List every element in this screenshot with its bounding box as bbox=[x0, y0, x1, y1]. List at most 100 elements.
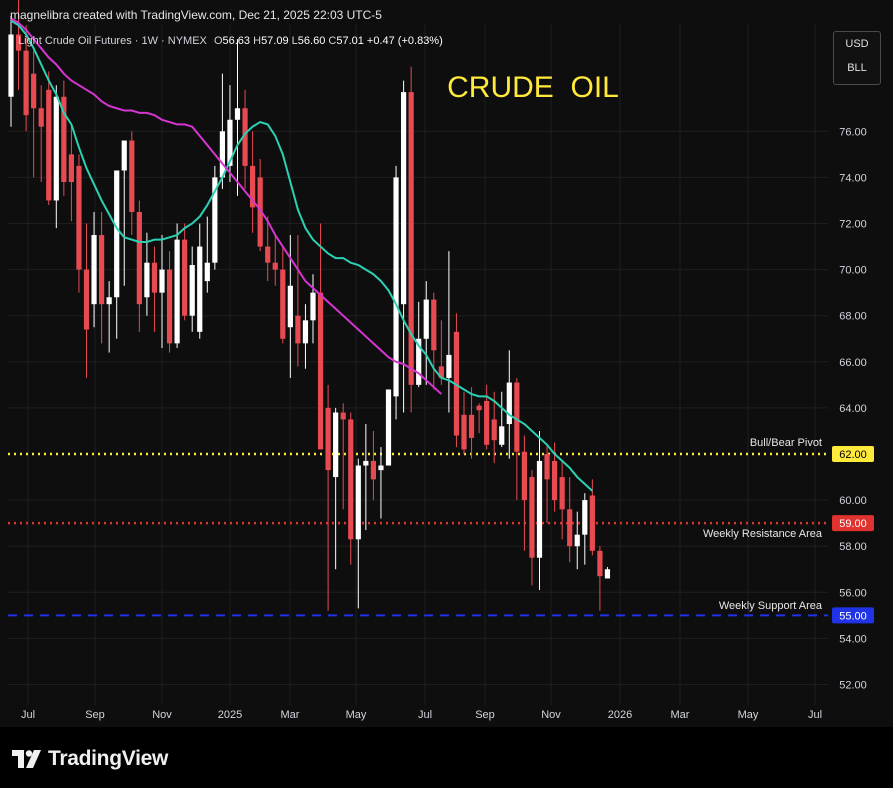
candle-body bbox=[159, 269, 165, 293]
candle-body bbox=[76, 165, 82, 270]
y-tick-label: 54.00 bbox=[839, 633, 867, 645]
level-name: Weekly Resistance Area bbox=[703, 528, 823, 540]
y-tick-label: 74.00 bbox=[839, 172, 867, 184]
candle-body bbox=[302, 320, 309, 344]
candle-body bbox=[91, 235, 97, 305]
candle-body bbox=[491, 419, 497, 441]
candle-body bbox=[136, 211, 142, 305]
candle-body bbox=[589, 495, 595, 551]
x-tick-label: Jul bbox=[418, 709, 432, 721]
legend-symbol: Light Crude Oil Futures · 1W · NYMEX bbox=[18, 35, 207, 47]
chart-svg[interactable]: Bull/Bear Pivot 62.00 Weekly Resistance Ar… bbox=[0, 0, 893, 788]
candle-body bbox=[423, 299, 429, 339]
candle-body bbox=[68, 154, 74, 183]
tradingview-brand: TradingView bbox=[48, 747, 169, 770]
candle-body bbox=[31, 73, 37, 109]
candle-body bbox=[23, 50, 29, 116]
x-tick-label: Nov bbox=[152, 709, 172, 721]
candle-body bbox=[348, 419, 354, 540]
candle-body bbox=[476, 405, 482, 411]
candle-body bbox=[219, 131, 225, 178]
legend-change: +0.47 (+0.83%) bbox=[366, 35, 443, 47]
candle-body bbox=[310, 292, 316, 321]
candle-body bbox=[461, 414, 467, 450]
candle-body bbox=[114, 170, 120, 298]
candle-body bbox=[197, 246, 203, 332]
level-price-label: 62.00 bbox=[839, 449, 867, 461]
legend-l-value: 56.60 bbox=[297, 35, 326, 47]
level-price-label: 59.00 bbox=[839, 518, 867, 530]
y-tick-label: 68.00 bbox=[839, 311, 867, 323]
candle-body bbox=[401, 92, 407, 305]
level-price-label: 55.00 bbox=[839, 610, 867, 622]
candle-body bbox=[370, 460, 376, 480]
y-tick-label: 52.00 bbox=[839, 680, 867, 692]
currency-label: USD bbox=[845, 38, 869, 50]
y-tick-label: 72.00 bbox=[839, 219, 867, 231]
candle-body bbox=[567, 509, 573, 547]
candle-body bbox=[8, 34, 14, 97]
candle-body bbox=[446, 354, 452, 378]
candle-body bbox=[582, 500, 588, 535]
candle-body bbox=[355, 465, 361, 540]
candle-body bbox=[514, 382, 520, 452]
x-tick-label: Sep bbox=[475, 709, 495, 721]
x-tick-label: Nov bbox=[541, 709, 561, 721]
candle-body bbox=[536, 460, 543, 558]
candle-body bbox=[151, 262, 158, 293]
level-name: Weekly Support Area bbox=[719, 600, 823, 612]
candle-body bbox=[544, 454, 550, 480]
candle-body bbox=[529, 477, 535, 558]
y-tick-label: 76.00 bbox=[839, 126, 867, 138]
y-tick-label: 58.00 bbox=[839, 541, 867, 553]
candle-body bbox=[234, 108, 241, 120]
candle-body bbox=[182, 239, 188, 316]
x-tick-label: Jul bbox=[808, 709, 822, 721]
x-tick-label: Sep bbox=[85, 709, 105, 721]
candle-body bbox=[597, 550, 603, 577]
x-tick-label: May bbox=[346, 709, 367, 721]
candle-body bbox=[408, 92, 414, 385]
candle-body bbox=[189, 264, 195, 316]
tradingview-logo[interactable]: TradingView bbox=[12, 746, 168, 772]
header-credit: magnelibra created with TradingView.com,… bbox=[10, 8, 382, 22]
candle-body bbox=[393, 177, 399, 397]
y-tick-label: 60.00 bbox=[839, 495, 867, 507]
candle-body bbox=[287, 285, 293, 328]
x-tick-label: 2025 bbox=[218, 709, 242, 721]
x-tick-label: Mar bbox=[671, 709, 690, 721]
candle-body bbox=[83, 269, 90, 330]
candle-body bbox=[521, 451, 527, 501]
y-tick-label: 56.00 bbox=[839, 587, 867, 599]
level-name: Bull/Bear Pivot bbox=[750, 437, 822, 449]
legend-o-value: 56.63 bbox=[222, 35, 251, 47]
candle-body bbox=[317, 292, 324, 450]
x-tick-label: 2026 bbox=[608, 709, 632, 721]
candle-body bbox=[431, 299, 437, 351]
x-tick-label: May bbox=[738, 709, 759, 721]
candle-body bbox=[38, 108, 44, 127]
candle-body bbox=[46, 89, 52, 201]
candle-body bbox=[265, 246, 271, 263]
candle-body bbox=[325, 407, 331, 471]
candle-body bbox=[333, 412, 339, 478]
legend-h-value: 57.09 bbox=[261, 35, 289, 47]
candle-body bbox=[53, 96, 59, 201]
chart-frame: Bull/Bear Pivot 62.00 Weekly Resistance Ar… bbox=[0, 0, 893, 788]
chart-title: CRUDE OIL bbox=[447, 71, 619, 104]
x-tick-label: Jul bbox=[21, 709, 35, 721]
legend-o-label: O bbox=[213, 35, 223, 47]
candle-body bbox=[385, 389, 392, 466]
candle-body bbox=[552, 460, 558, 501]
y-tick-label: 70.00 bbox=[839, 265, 867, 277]
tradingview-logo-icon bbox=[12, 750, 41, 768]
candle-body bbox=[166, 269, 173, 344]
candle-body bbox=[574, 534, 580, 547]
unit-selector[interactable]: USD BLL bbox=[833, 31, 881, 85]
candle-body bbox=[272, 262, 278, 270]
candle-body bbox=[340, 412, 346, 420]
candle-body bbox=[604, 569, 611, 579]
candle-body bbox=[295, 315, 301, 344]
candle-body bbox=[378, 465, 384, 471]
x-tick-label: Mar bbox=[281, 709, 300, 721]
